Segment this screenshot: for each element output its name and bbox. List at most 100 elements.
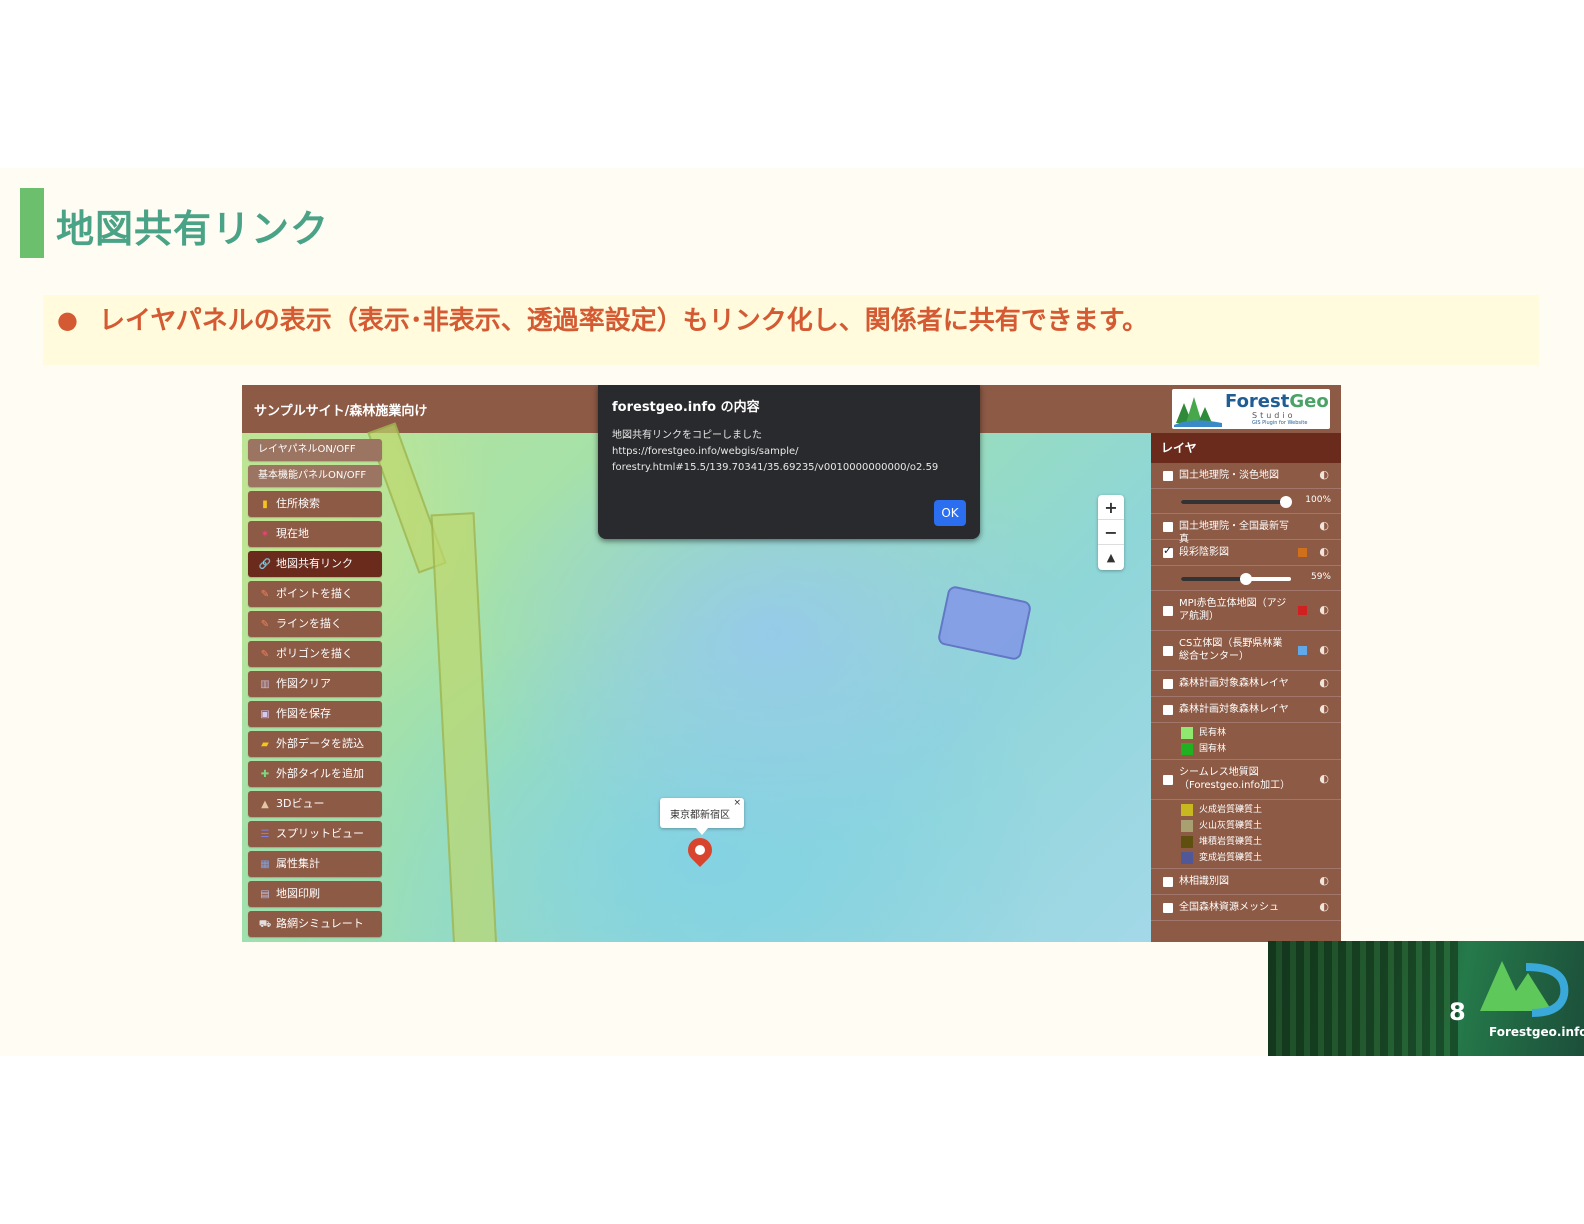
slider-knob[interactable] <box>1279 496 1292 508</box>
dialog-title: forestgeo.info の内容 <box>612 400 760 415</box>
sidebar-label: 地図印刷 <box>276 887 320 900</box>
legend-swatch <box>1181 804 1193 816</box>
sidebar-label: 地図共有リンク <box>276 557 353 570</box>
opacity-slider[interactable]: 100% <box>1151 489 1341 514</box>
logo-name-a: Forest <box>1225 391 1290 412</box>
layer-checkbox[interactable] <box>1163 471 1173 481</box>
zoom-in-button[interactable]: + <box>1098 495 1124 520</box>
legend-label: 変成岩質礫質土 <box>1199 853 1263 863</box>
sidebar-icon: ▣ <box>260 709 270 720</box>
popup-close-icon[interactable]: × <box>733 798 741 808</box>
sidebar-button-6[interactable]: ✎ ラインを描く <box>248 611 382 637</box>
sidebar-label: ラインを描く <box>276 617 342 630</box>
legend-item: 火成岩質礫質土 <box>1151 802 1341 818</box>
layer-label: 森林計画対象森林レイヤ <box>1179 678 1289 689</box>
sidebar-button-10[interactable]: ▰ 外部データを読込 <box>248 731 382 757</box>
slider-track[interactable] <box>1181 496 1292 508</box>
legend-item: 堆積岩質礫質土 <box>1151 834 1341 850</box>
page-number: 8 <box>1449 998 1466 1026</box>
sidebar-button-8[interactable]: ▥ 作図クリア <box>248 671 382 697</box>
opacity-icon[interactable]: ◐ <box>1319 676 1329 689</box>
sidebar-button-1[interactable]: 基本機能パネルON/OFF <box>248 465 382 487</box>
compass-north-icon[interactable]: ▲ <box>1098 545 1124 570</box>
opacity-icon[interactable]: ◐ <box>1319 643 1329 656</box>
sidebar-icon: ✶ <box>260 529 270 540</box>
sidebar-label: ポリゴンを描く <box>276 647 353 660</box>
opacity-icon[interactable]: ◐ <box>1319 900 1329 913</box>
sidebar-button-11[interactable]: ✚ 外部タイルを追加 <box>248 761 382 787</box>
sidebar-label: 路網シミュレート <box>276 917 364 930</box>
legend-swatch <box>1181 852 1193 864</box>
sidebar-button-15[interactable]: ▤ 地図印刷 <box>248 881 382 907</box>
layer-item: 国土地理院・全国最新写真 ◐ <box>1151 514 1341 545</box>
bullet-dot-icon: ● <box>57 306 78 334</box>
map-popup: 東京都新宿区 × <box>660 798 744 828</box>
sidebar-icon: ✎ <box>260 589 270 600</box>
layer-checkbox[interactable] <box>1163 522 1173 532</box>
layer-checkbox[interactable] <box>1163 877 1173 887</box>
layer-checkbox[interactable] <box>1163 679 1173 689</box>
layer-legend: 火成岩質礫質土 火山灰質礫質土 堆積岩質礫質土 変成岩質礫質土 <box>1151 800 1341 869</box>
sidebar-label: 基本機能パネルON/OFF <box>258 470 367 481</box>
slider-knob[interactable] <box>1239 573 1252 585</box>
sidebar-button-2[interactable]: ▮ 住所検索 <box>248 491 382 517</box>
legend-label: 堆積岩質礫質土 <box>1199 837 1263 847</box>
legend-label: 民有林 <box>1199 728 1227 738</box>
legend-swatch <box>1181 836 1193 848</box>
opacity-icon[interactable]: ◐ <box>1319 545 1329 558</box>
zoom-out-button[interactable]: − <box>1098 520 1124 545</box>
sidebar-icon: ▰ <box>261 739 269 750</box>
forestgeo-studio-logo[interactable]: ForestGeo Studio GIS Plugin for Website <box>1172 389 1330 429</box>
layer-item: 林相識別図 ◐ <box>1151 869 1341 895</box>
map-pin-icon[interactable] <box>683 833 717 867</box>
layer-color-swatch <box>1298 606 1307 615</box>
sidebar-label: 属性集計 <box>276 857 320 870</box>
sidebar-button-0[interactable]: レイヤパネルON/OFF <box>248 439 382 461</box>
sidebar-button-12[interactable]: ▲ 3Dビュー <box>248 791 382 817</box>
opacity-icon[interactable]: ◐ <box>1319 603 1329 616</box>
sidebar-label: ポイントを描く <box>276 587 353 600</box>
map-pond <box>936 584 1033 662</box>
sidebar-label: 作図を保存 <box>276 707 331 720</box>
layer-checkbox[interactable] <box>1163 646 1173 656</box>
sidebar-button-14[interactable]: ▦ 属性集計 <box>248 851 382 877</box>
layer-checkbox[interactable] <box>1163 903 1173 913</box>
forestgeo-mark-icon <box>1480 961 1569 1017</box>
opacity-icon[interactable]: ◐ <box>1319 468 1329 481</box>
sidebar-icon: ▮ <box>262 499 268 510</box>
sidebar-button-5[interactable]: ✎ ポイントを描く <box>248 581 382 607</box>
layer-item: シームレス地質図（Forestgeo.info加工） ◐ <box>1151 760 1341 800</box>
layer-list: 国土地理院・淡色地図 ◐ 100% 国土地理院・全国最新写真◐ 段彩陰影図 ◐ 59% MPI… <box>1151 463 1341 921</box>
layer-item: MPI赤色立体地図（アジア航測） ◐ <box>1151 591 1341 631</box>
logo-name-b: Geo <box>1289 391 1329 412</box>
slider-fill <box>1181 500 1286 504</box>
slider-value: 59% <box>1310 572 1331 582</box>
map-feature <box>430 512 498 942</box>
opacity-icon[interactable]: ◐ <box>1319 874 1329 887</box>
opacity-slider[interactable]: 59% <box>1151 566 1341 591</box>
layer-checkbox[interactable] <box>1163 544 1173 558</box>
corner-brand-image: 8 Forestgeo.info <box>1268 941 1584 1056</box>
opacity-icon[interactable]: ◐ <box>1319 702 1329 715</box>
sidebar-label: 住所検索 <box>276 497 320 510</box>
layer-checkbox[interactable] <box>1163 606 1173 616</box>
layer-label: 森林計画対象森林レイヤ <box>1179 704 1289 715</box>
layer-checkbox[interactable] <box>1163 775 1173 785</box>
sidebar-button-3[interactable]: ✶ 現在地 <box>248 521 382 547</box>
sidebar-button-13[interactable]: ☰ スプリットビュー <box>248 821 382 847</box>
sidebar-button-4[interactable]: 🔗 地図共有リンク <box>248 551 382 577</box>
opacity-icon[interactable]: ◐ <box>1319 772 1329 785</box>
slide-title: 地図共有リンク <box>56 207 330 251</box>
dialog-ok-button[interactable]: OK <box>934 500 966 526</box>
forest-logo-icon <box>1174 397 1222 427</box>
sidebar-button-16[interactable]: ⛟ 路網シミュレート <box>248 911 382 937</box>
slider-track[interactable] <box>1181 573 1291 585</box>
layer-checkbox[interactable] <box>1163 705 1173 715</box>
layer-item: 国土地理院・淡色地図 ◐ <box>1151 463 1341 489</box>
opacity-icon[interactable]: ◐ <box>1319 519 1329 532</box>
sidebar-button-7[interactable]: ✎ ポリゴンを描く <box>248 641 382 667</box>
sidebar-icon: ☰ <box>260 829 270 840</box>
sidebar-button-9[interactable]: ▣ 作図を保存 <box>248 701 382 727</box>
sidebar-label: 現在地 <box>276 527 309 540</box>
layer-item: 全国森林資源メッシュ ◐ <box>1151 895 1341 921</box>
